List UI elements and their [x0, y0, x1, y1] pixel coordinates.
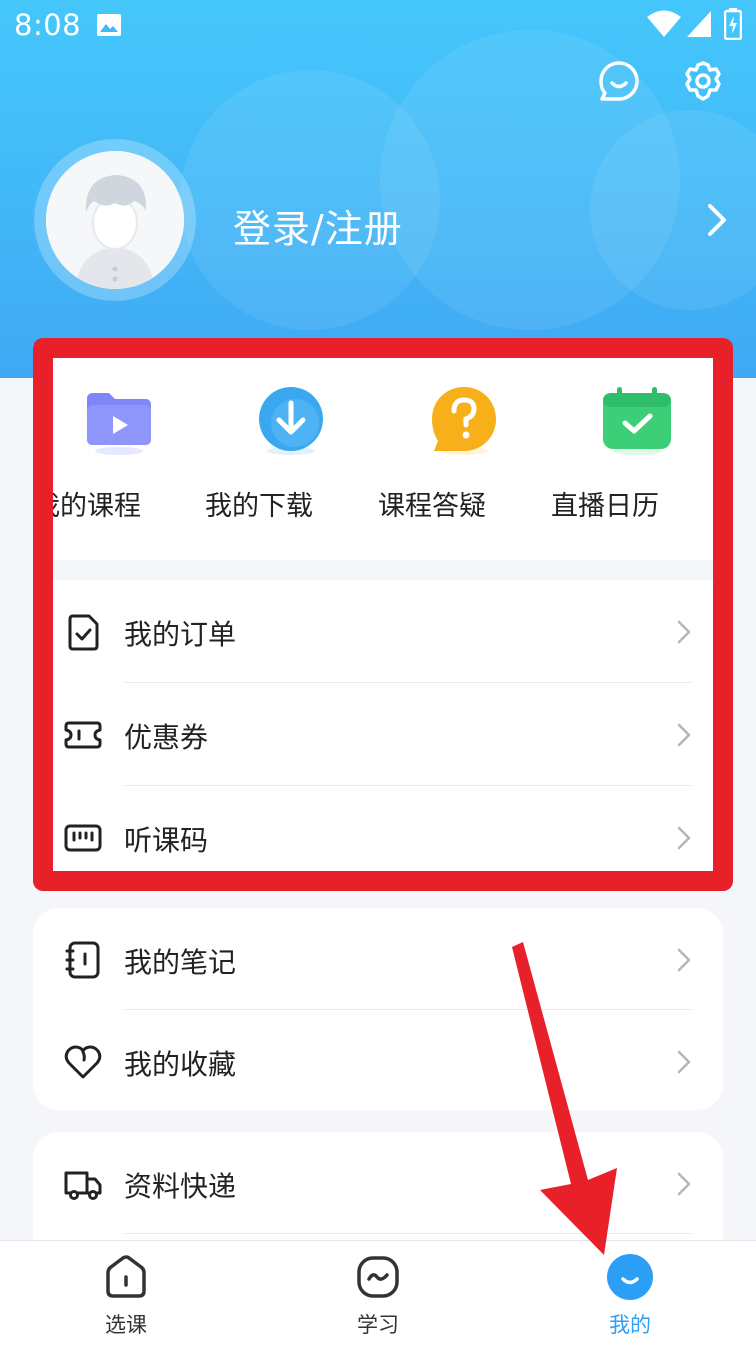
- heart-icon: [64, 1045, 102, 1079]
- tab-label: 我的: [609, 1313, 651, 1337]
- status-time: 8:08: [14, 8, 82, 42]
- chevron-right-icon: [677, 723, 691, 747]
- profile-header: 8:08 登录/注册: [0, 0, 756, 378]
- menu-item-listen-code[interactable]: 听课码: [33, 786, 723, 888]
- login-register-link[interactable]: 登录/注册: [233, 198, 403, 253]
- menu-item-coupons[interactable]: 优惠券: [33, 683, 723, 785]
- home-icon: [106, 1255, 146, 1298]
- notebook-icon: [65, 941, 100, 979]
- image-notification-icon: [97, 14, 121, 36]
- divider: [124, 1233, 693, 1234]
- quick-action-label: 直播日历: [551, 491, 659, 522]
- truck-icon: [64, 1171, 102, 1200]
- avatar[interactable]: [34, 139, 196, 301]
- order-doc-icon: [68, 614, 99, 651]
- chevron-right-icon: [677, 826, 691, 850]
- menu-group-orders: 我的订单 优惠券 听课码: [33, 580, 723, 890]
- wifi-icon: [647, 10, 681, 37]
- menu-item-my-favorites[interactable]: 我的收藏: [33, 1010, 723, 1112]
- menu-item-label: 我的订单: [124, 618, 237, 651]
- quick-action-live-calendar[interactable]: [551, 345, 723, 560]
- profile-face-icon: [607, 1254, 653, 1300]
- code-icon: [64, 824, 102, 852]
- coupon-icon: [64, 721, 102, 749]
- message-icon[interactable]: [597, 60, 641, 104]
- menu-item-material-delivery[interactable]: 资料快递: [33, 1132, 723, 1234]
- chevron-right-icon: [677, 620, 691, 644]
- quick-action-my-courses[interactable]: [33, 345, 205, 560]
- menu-item-label: 优惠券: [124, 721, 209, 754]
- quick-action-my-downloads[interactable]: [205, 345, 377, 560]
- bottom-tab-bar: 选课 学习 我的: [0, 1240, 756, 1345]
- question-bubble-icon: [432, 387, 496, 455]
- avatar-image: [46, 151, 184, 289]
- settings-gear-icon[interactable]: [681, 60, 725, 104]
- study-icon: [357, 1256, 399, 1298]
- chevron-right-icon: [677, 1050, 691, 1074]
- quick-action-label: 我的下载: [205, 491, 313, 522]
- chevron-right-icon: [677, 1172, 691, 1196]
- quick-actions-card: [33, 345, 723, 560]
- tab-select-course[interactable]: 选课: [0, 1241, 252, 1345]
- download-icon: [259, 387, 323, 455]
- status-bar: 8:08: [0, 0, 756, 50]
- tab-label: 选课: [105, 1313, 147, 1337]
- calendar-check-icon: [603, 387, 671, 455]
- tab-study[interactable]: 学习: [252, 1241, 504, 1345]
- quick-action-course-qa[interactable]: [378, 345, 550, 560]
- signal-icon: [687, 11, 711, 37]
- chevron-right-icon: [677, 948, 691, 972]
- menu-item-label: 我的笔记: [124, 946, 237, 979]
- menu-item-label: 我的收藏: [124, 1048, 237, 1081]
- course-folder-icon: [87, 393, 151, 455]
- menu-item-my-notes[interactable]: 我的笔记: [33, 908, 723, 1010]
- default-avatar-icon: [46, 151, 184, 289]
- quick-action-label: 我的课程: [33, 491, 141, 522]
- menu-group-notes: 我的笔记 我的收藏: [33, 908, 723, 1110]
- tab-label: 学习: [357, 1313, 399, 1337]
- menu-item-label: 资料快递: [124, 1170, 237, 1203]
- chevron-right-icon[interactable]: [700, 200, 734, 240]
- quick-action-label: 课程答疑: [378, 491, 486, 522]
- tab-mine[interactable]: 我的: [504, 1241, 756, 1345]
- menu-item-my-orders[interactable]: 我的订单: [33, 580, 723, 682]
- menu-item-label: 听课码: [124, 824, 209, 857]
- battery-icon: [724, 8, 742, 40]
